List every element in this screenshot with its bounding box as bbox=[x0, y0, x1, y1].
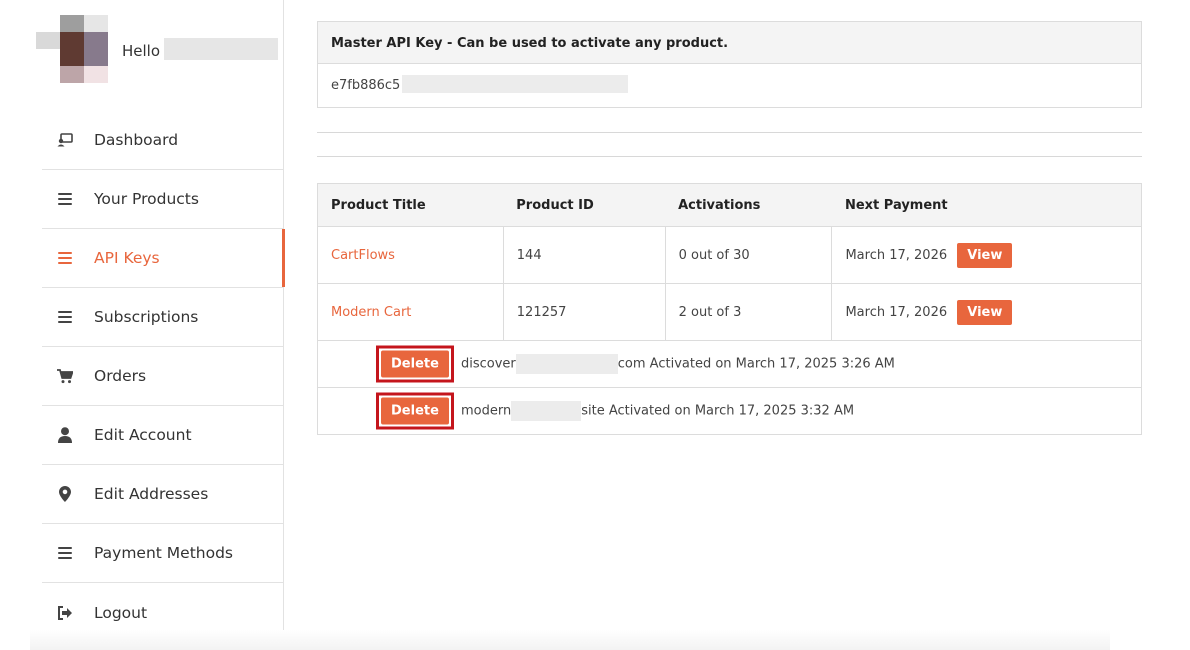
activation-row: Delete discover com Activated on March 17… bbox=[317, 340, 1142, 388]
table-header-row: Product Title Product ID Activations Nex… bbox=[317, 183, 1142, 227]
nav-item-edit-account[interactable]: Edit Account bbox=[42, 406, 284, 465]
column-header: Product ID bbox=[503, 183, 666, 227]
nav-item-payment-methods[interactable]: Payment Methods bbox=[42, 524, 284, 583]
nav-label: Your Products bbox=[94, 190, 199, 208]
table-row: CartFlows 144 0 out of 30 March 17, 2026… bbox=[317, 226, 1142, 284]
column-header: Product Title bbox=[317, 183, 504, 227]
menu-bars-icon bbox=[57, 545, 73, 561]
nav-item-subscriptions[interactable]: Subscriptions bbox=[42, 288, 284, 347]
delete-activation-button[interactable]: Delete bbox=[381, 397, 449, 425]
greeting-text: Hello bbox=[122, 42, 161, 60]
page-bottom-shadow bbox=[30, 630, 1110, 650]
nav-label: Logout bbox=[94, 603, 148, 622]
view-button[interactable]: View bbox=[957, 299, 1013, 325]
next-payment-date: March 17, 2026 bbox=[845, 304, 948, 320]
menu-bars-icon bbox=[57, 309, 73, 325]
master-api-key-box: Master API Key - Can be used to activate… bbox=[317, 21, 1142, 108]
redacted-domain bbox=[511, 401, 582, 421]
view-button[interactable]: View bbox=[957, 242, 1013, 268]
product-id: 121257 bbox=[502, 283, 666, 341]
activation-site-prefix: discover bbox=[461, 356, 516, 372]
next-payment-cell: March 17, 2026 View bbox=[831, 283, 1142, 341]
product-title-link[interactable]: CartFlows bbox=[317, 226, 504, 284]
divider bbox=[317, 132, 1142, 133]
nav-item-edit-addresses[interactable]: Edit Addresses bbox=[42, 465, 284, 524]
column-header: Next Payment bbox=[831, 183, 1142, 227]
nav-item-orders[interactable]: Orders bbox=[42, 347, 284, 406]
delete-activation-button[interactable]: Delete bbox=[381, 350, 449, 378]
column-header: Activations bbox=[665, 183, 832, 227]
api-keys-content: Master API Key - Can be used to activate… bbox=[317, 21, 1142, 435]
user-profile: Hello bbox=[36, 15, 286, 83]
activation-site-suffix: com Activated on March 17, 2025 3:26 AM bbox=[617, 356, 895, 372]
activation-site-suffix: site Activated on March 17, 2025 3:32 AM bbox=[581, 403, 855, 419]
nav-label: Dashboard bbox=[94, 131, 179, 149]
nav-label: Edit Addresses bbox=[94, 485, 209, 503]
delete-highlight: Delete bbox=[376, 345, 454, 383]
nav-label: Orders bbox=[94, 367, 147, 385]
activation-details: discover com Activated on March 17, 2025 … bbox=[461, 354, 895, 374]
account-sidebar: Hello Dashboard Your Products API Keys S… bbox=[36, 0, 285, 642]
nav-label: Subscriptions bbox=[94, 308, 199, 326]
redacted-key bbox=[402, 75, 628, 93]
product-id: 144 bbox=[502, 226, 666, 284]
activation-site-prefix: modern bbox=[461, 403, 512, 419]
account-navigation: Dashboard Your Products API Keys Subscri… bbox=[42, 111, 285, 642]
menu-bars-icon bbox=[57, 191, 73, 207]
avatar bbox=[36, 15, 108, 83]
table-row: Modern Cart 121257 2 out of 3 March 17, … bbox=[317, 283, 1142, 341]
nav-item-api-keys[interactable]: API Keys bbox=[42, 229, 285, 288]
api-key-text: e7fb886c5 bbox=[331, 78, 401, 93]
redacted-username bbox=[164, 38, 278, 60]
user-icon bbox=[57, 427, 73, 443]
nav-label: Payment Methods bbox=[94, 544, 233, 562]
next-payment-date: March 17, 2026 bbox=[845, 247, 948, 263]
cart-icon bbox=[57, 368, 73, 384]
master-api-key-value[interactable]: e7fb886c5 bbox=[318, 64, 1141, 107]
logout-icon bbox=[57, 605, 73, 621]
next-payment-cell: March 17, 2026 View bbox=[831, 226, 1142, 284]
nav-label: API Keys bbox=[94, 249, 160, 267]
nav-label: Edit Account bbox=[94, 426, 192, 444]
activation-row: Delete modern site Activated on March 17,… bbox=[317, 387, 1142, 435]
activations-count: 0 out of 30 bbox=[664, 226, 833, 284]
menu-bars-icon bbox=[57, 250, 73, 266]
activation-details: modern site Activated on March 17, 2025 3… bbox=[461, 401, 854, 421]
nav-item-dashboard[interactable]: Dashboard bbox=[42, 111, 284, 170]
location-pin-icon bbox=[57, 486, 73, 502]
activations-count: 2 out of 3 bbox=[664, 283, 833, 341]
delete-highlight: Delete bbox=[376, 392, 454, 430]
divider bbox=[317, 156, 1142, 157]
master-api-key-heading: Master API Key - Can be used to activate… bbox=[318, 22, 1141, 64]
products-table: Product Title Product ID Activations Nex… bbox=[317, 183, 1142, 435]
product-title-link[interactable]: Modern Cart bbox=[317, 283, 504, 341]
redacted-domain bbox=[515, 354, 618, 374]
dashboard-icon bbox=[57, 132, 73, 148]
nav-item-your-products[interactable]: Your Products bbox=[42, 170, 284, 229]
